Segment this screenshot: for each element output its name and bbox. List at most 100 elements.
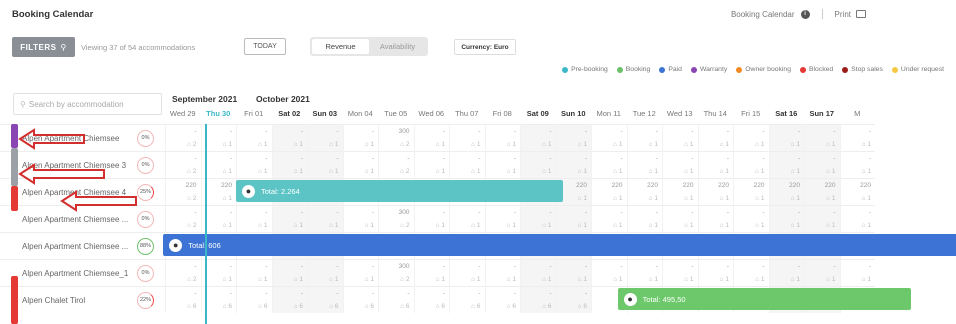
- calendar-cell[interactable]: - ⌂ 1: [449, 124, 485, 151]
- calendar-cell[interactable]: - ⌂ 2: [165, 205, 201, 232]
- calendar-cell[interactable]: - ⌂ 1: [768, 205, 804, 232]
- calendar-cell[interactable]: - ⌂ 1: [484, 205, 520, 232]
- calendar-cell[interactable]: - ⌂ 1: [449, 259, 485, 286]
- calendar-cell[interactable]: - ⌂ 1: [484, 259, 520, 286]
- calendar-cell[interactable]: - ⌂ 1: [662, 151, 698, 178]
- filters-button[interactable]: FILTERS ⚲: [12, 37, 75, 57]
- calendar-cell[interactable]: - ⌂ 1: [342, 151, 378, 178]
- calendar-cell[interactable]: - ⌂ 6: [271, 286, 307, 313]
- revenue-tab[interactable]: Revenue: [312, 39, 369, 54]
- accommodation-name[interactable]: Alpen Chalet Tirol: [22, 296, 135, 305]
- calendar-cell[interactable]: - ⌂ 1: [804, 151, 840, 178]
- accommodation-row[interactable]: Alpen Apartment Chiemsee ... 88%: [0, 232, 165, 259]
- calendar-cell[interactable]: - ⌂ 1: [733, 205, 769, 232]
- calendar-cell[interactable]: - ⌂ 1: [804, 124, 840, 151]
- calendar-cell[interactable]: - ⌂ 6: [165, 286, 201, 313]
- calendar-cell[interactable]: 220 ⌂ 1: [591, 178, 627, 205]
- calendar-cell[interactable]: - ⌂ 1: [697, 259, 733, 286]
- calendar-cell[interactable]: 220 ⌂ 1: [768, 178, 804, 205]
- calendar-cell[interactable]: - ⌂ 2: [165, 151, 201, 178]
- calendar-cell[interactable]: - ⌂ 1: [413, 124, 449, 151]
- calendar-cell[interactable]: - ⌂ 1: [591, 124, 627, 151]
- calendar-cell[interactable]: - ⌂ 1: [307, 124, 343, 151]
- calendar-cell[interactable]: - ⌂ 1: [484, 151, 520, 178]
- calendar-cell[interactable]: - ⌂ 1: [307, 151, 343, 178]
- calendar-cell[interactable]: 220 ⌂ 1: [697, 178, 733, 205]
- calendar-cell[interactable]: - ⌂ 1: [342, 124, 378, 151]
- accommodation-row[interactable]: Alpen Chalet Tirol 22%: [0, 286, 165, 313]
- calendar-cell[interactable]: - ⌂ 1: [271, 124, 307, 151]
- calendar-cell[interactable]: - ⌂ 1: [236, 151, 272, 178]
- calendar-cell[interactable]: - ⌂ 1: [449, 151, 485, 178]
- calendar-cell[interactable]: - ⌂ 1: [271, 205, 307, 232]
- calendar-cell[interactable]: - ⌂ 1: [555, 205, 591, 232]
- calendar-cell[interactable]: - ⌂ 6: [484, 286, 520, 313]
- calendar-cell[interactable]: 220 ⌂ 2: [165, 178, 201, 205]
- calendar-cell[interactable]: - ⌂ 1: [236, 259, 272, 286]
- calendar-cell[interactable]: - ⌂ 1: [591, 259, 627, 286]
- calendar-cell[interactable]: - ⌂ 1: [307, 259, 343, 286]
- calendar-cell[interactable]: - ⌂ 1: [804, 205, 840, 232]
- calendar-cell[interactable]: - ⌂ 1: [520, 259, 556, 286]
- calendar-cell[interactable]: - ⌂ 2: [165, 124, 201, 151]
- calendar-cell[interactable]: - ⌂ 1: [520, 151, 556, 178]
- booking-calendar-link[interactable]: Booking Calendar: [731, 10, 795, 19]
- calendar-cell[interactable]: - ⌂ 1: [236, 124, 272, 151]
- calendar-cell[interactable]: - ⌂ 1: [591, 205, 627, 232]
- accommodation-row[interactable]: Alpen Apartment Chiemsee_1 0%: [0, 259, 165, 286]
- calendar-cell[interactable]: - ⌂ 1: [342, 205, 378, 232]
- calendar-cell[interactable]: - ⌂ 6: [520, 286, 556, 313]
- printer-icon[interactable]: [856, 10, 866, 18]
- today-button[interactable]: TODAY: [244, 38, 286, 55]
- calendar-cell[interactable]: 220 ⌂ 1: [733, 178, 769, 205]
- search-box[interactable]: ⚲ Search by accommodation: [13, 93, 162, 115]
- search-input[interactable]: Search by accommodation: [29, 100, 124, 109]
- calendar-cell[interactable]: - ⌂ 6: [307, 286, 343, 313]
- calendar-cell[interactable]: - ⌂ 1: [839, 151, 875, 178]
- calendar-cell[interactable]: - ⌂ 1: [307, 205, 343, 232]
- calendar-cell[interactable]: - ⌂ 1: [768, 259, 804, 286]
- calendar-cell[interactable]: 300 ⌂ 2: [378, 259, 414, 286]
- booking-bar[interactable]: ● Total: 606: [163, 234, 956, 256]
- accommodation-name[interactable]: Alpen Apartment Chiemsee ...: [22, 215, 135, 224]
- calendar-cell[interactable]: - ⌂ 6: [555, 286, 591, 313]
- calendar-cell[interactable]: - ⌂ 1: [662, 259, 698, 286]
- calendar-cell[interactable]: - ⌂ 1: [662, 205, 698, 232]
- calendar-cell[interactable]: - ⌂ 1: [626, 124, 662, 151]
- calendar-cell[interactable]: - ⌂ 1: [626, 151, 662, 178]
- calendar-cell[interactable]: - ⌂ 1: [449, 205, 485, 232]
- calendar-cell[interactable]: - ⌂ 1: [697, 124, 733, 151]
- calendar-cell[interactable]: - ⌂ 1: [804, 259, 840, 286]
- calendar-cell[interactable]: 220 ⌂ 1: [839, 178, 875, 205]
- calendar-cell[interactable]: - ⌂ 1: [839, 205, 875, 232]
- calendar-cell[interactable]: - ⌂ 1: [484, 124, 520, 151]
- currency-selector[interactable]: Currency: Euro: [454, 39, 516, 55]
- calendar-cell[interactable]: - ⌂ 1: [413, 205, 449, 232]
- calendar-cell[interactable]: 300 ⌂ 2: [378, 124, 414, 151]
- accommodation-name[interactable]: Alpen Apartment Chiemsee ...: [22, 242, 135, 251]
- info-icon[interactable]: i: [800, 9, 810, 19]
- calendar-cell[interactable]: - ⌂ 6: [449, 286, 485, 313]
- calendar-cell[interactable]: - ⌂ 1: [555, 259, 591, 286]
- availability-tab[interactable]: Availability: [369, 39, 426, 54]
- calendar-cell[interactable]: - ⌂ 1: [520, 124, 556, 151]
- calendar-cell[interactable]: - ⌂ 1: [413, 259, 449, 286]
- calendar-cell[interactable]: - ⌂ 1: [839, 124, 875, 151]
- calendar-cell[interactable]: - ⌂ 2: [165, 259, 201, 286]
- calendar-cell[interactable]: - ⌂ 1: [520, 205, 556, 232]
- calendar-cell[interactable]: - ⌂ 1: [697, 205, 733, 232]
- calendar-cell[interactable]: - ⌂ 1: [768, 124, 804, 151]
- calendar-cell[interactable]: - ⌂ 6: [378, 286, 414, 313]
- calendar-cell[interactable]: - ⌂ 1: [413, 151, 449, 178]
- calendar-cell[interactable]: - ⌂ 1: [342, 259, 378, 286]
- calendar-cell[interactable]: - ⌂ 1: [591, 151, 627, 178]
- print-link[interactable]: Print: [835, 10, 851, 19]
- calendar-cell[interactable]: 220 ⌂ 1: [626, 178, 662, 205]
- calendar-cell[interactable]: - ⌂ 1: [662, 124, 698, 151]
- calendar-cell[interactable]: 220 ⌂ 1: [804, 178, 840, 205]
- calendar-cell[interactable]: - ⌂ 1: [733, 259, 769, 286]
- accommodation-name[interactable]: Alpen Apartment Chiemsee_1: [22, 269, 135, 278]
- calendar-cell[interactable]: - ⌂ 1: [236, 205, 272, 232]
- calendar-cell[interactable]: - ⌂ 1: [271, 151, 307, 178]
- calendar-cell[interactable]: - ⌂ 1: [768, 151, 804, 178]
